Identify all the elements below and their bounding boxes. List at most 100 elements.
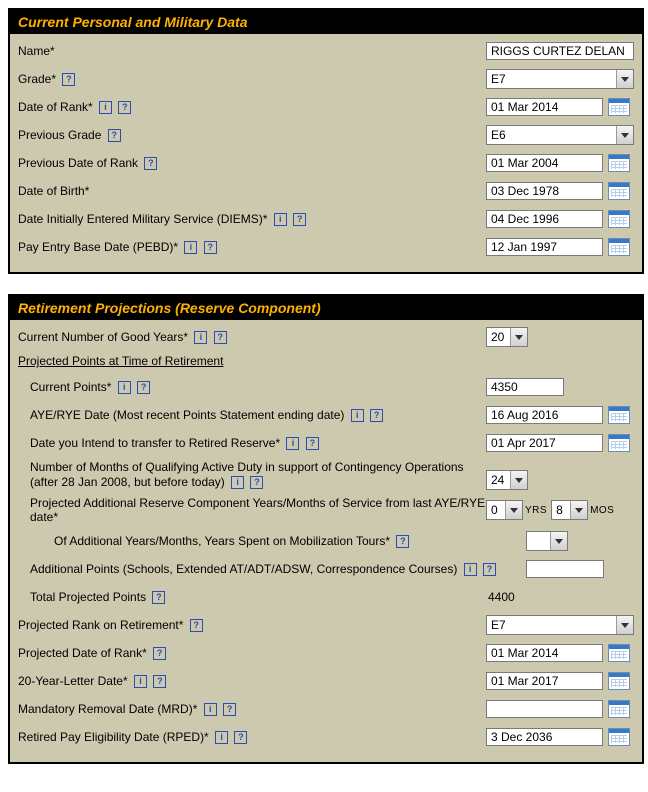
help-icon[interactable]: ? [370,409,383,422]
help-icon[interactable]: ? [214,331,227,344]
calendar-icon[interactable] [608,644,630,662]
total-points-value: 4400 [486,590,515,604]
diems-input[interactable] [486,210,603,228]
info-icon[interactable]: i [99,101,112,114]
calendar-icon[interactable] [608,238,630,256]
qual-months-select[interactable]: 24 [486,470,528,490]
addl-points-input[interactable] [526,560,604,578]
transfer-date-label: Date you Intend to transfer to Retired R… [18,436,486,450]
yrs-label: YRS [525,505,547,516]
current-points-input[interactable] [486,378,564,396]
transfer-date-input[interactable] [486,434,603,452]
help-icon[interactable]: ? [204,241,217,254]
help-icon[interactable]: ? [250,476,263,489]
calendar-icon[interactable] [608,728,630,746]
prev-date-rank-input[interactable] [486,154,603,172]
chevron-down-icon[interactable] [505,501,522,519]
help-icon[interactable]: ? [144,157,157,170]
info-icon[interactable]: i [351,409,364,422]
proj-mos-select[interactable]: 8 [551,500,588,520]
chevron-down-icon[interactable] [616,126,633,144]
mrd-input[interactable] [486,700,603,718]
section-projected-points: Projected Points at Time of Retirement [18,354,634,368]
help-icon[interactable]: ? [483,563,496,576]
help-icon[interactable]: ? [137,381,150,394]
grade-label: Grade* ? [18,72,486,86]
chevron-down-icon[interactable] [616,616,633,634]
help-icon[interactable]: ? [108,129,121,142]
dob-input[interactable] [486,182,603,200]
pebd-input[interactable] [486,238,603,256]
help-icon[interactable]: ? [396,535,409,548]
info-icon[interactable]: i [231,476,244,489]
name-label: Name* [18,44,486,58]
rped-label: Retired Pay Eligibility Date (RPED)* i ? [18,730,486,744]
mob-tours-label: Of Additional Years/Months, Years Spent … [18,534,526,548]
help-icon[interactable]: ? [293,213,306,226]
total-points-label: Total Projected Points ? [18,590,486,604]
calendar-icon[interactable] [608,406,630,424]
info-icon[interactable]: i [184,241,197,254]
info-icon[interactable]: i [464,563,477,576]
prev-grade-select[interactable]: E6 [486,125,634,145]
chevron-down-icon[interactable] [570,501,587,519]
proj-ym-label: Projected Additional Reserve Component Y… [18,496,486,524]
help-icon[interactable]: ? [118,101,131,114]
chevron-down-icon[interactable] [510,328,527,346]
help-icon[interactable]: ? [190,619,203,632]
rped-input[interactable] [486,728,603,746]
name-input[interactable] [486,42,634,60]
info-icon[interactable]: i [286,437,299,450]
chevron-down-icon[interactable] [550,532,567,550]
date-of-rank-label: Date of Rank* i ? [18,100,486,114]
dob-label: Date of Birth* [18,184,486,198]
aye-rye-label: AYE/RYE Date (Most recent Points Stateme… [18,408,486,422]
proj-date-rank-input[interactable] [486,644,603,662]
panel-header: Current Personal and Military Data [10,10,642,34]
calendar-icon[interactable] [608,182,630,200]
info-icon[interactable]: i [215,731,228,744]
proj-rank-label: Projected Rank on Retirement* ? [18,618,486,632]
info-icon[interactable]: i [118,381,131,394]
info-icon[interactable]: i [274,213,287,226]
help-icon[interactable]: ? [223,703,236,716]
diems-label: Date Initially Entered Military Service … [18,212,486,226]
help-icon[interactable]: ? [234,731,247,744]
help-icon[interactable]: ? [62,73,75,86]
info-icon[interactable]: i [204,703,217,716]
good-years-select[interactable]: 20 [486,327,528,347]
help-icon[interactable]: ? [152,591,165,604]
panel-personal-military: Current Personal and Military Data Name*… [8,8,644,274]
mob-tours-select[interactable] [526,531,568,551]
calendar-icon[interactable] [608,98,630,116]
calendar-icon[interactable] [608,434,630,452]
calendar-icon[interactable] [608,210,630,228]
good-years-label: Current Number of Good Years* i ? [18,330,486,344]
calendar-icon[interactable] [608,154,630,172]
current-points-label: Current Points* i ? [18,380,486,394]
help-icon[interactable]: ? [153,675,166,688]
prev-grade-label: Previous Grade ? [18,128,486,142]
calendar-icon[interactable] [608,672,630,690]
calendar-icon[interactable] [608,700,630,718]
chevron-down-icon[interactable] [510,471,527,489]
help-icon[interactable]: ? [306,437,319,450]
panel-retirement-projections: Retirement Projections (Reserve Componen… [8,294,644,764]
proj-yrs-select[interactable]: 0 [486,500,523,520]
chevron-down-icon[interactable] [616,70,633,88]
twenty-year-input[interactable] [486,672,603,690]
mos-label: MOS [590,505,614,516]
addl-points-label: Additional Points (Schools, Extended AT/… [18,562,526,576]
pebd-label: Pay Entry Base Date (PEBD)* i ? [18,240,486,254]
aye-rye-input[interactable] [486,406,603,424]
proj-date-rank-label: Projected Date of Rank* ? [18,646,486,660]
mrd-label: Mandatory Removal Date (MRD)* i ? [18,702,486,716]
qual-months-label: Number of Months of Qualifying Active Du… [18,460,486,490]
info-icon[interactable]: i [194,331,207,344]
proj-rank-select[interactable]: E7 [486,615,634,635]
help-icon[interactable]: ? [153,647,166,660]
info-icon[interactable]: i [134,675,147,688]
grade-select[interactable]: E7 [486,69,634,89]
twenty-year-label: 20-Year-Letter Date* i ? [18,674,486,688]
date-of-rank-input[interactable] [486,98,603,116]
